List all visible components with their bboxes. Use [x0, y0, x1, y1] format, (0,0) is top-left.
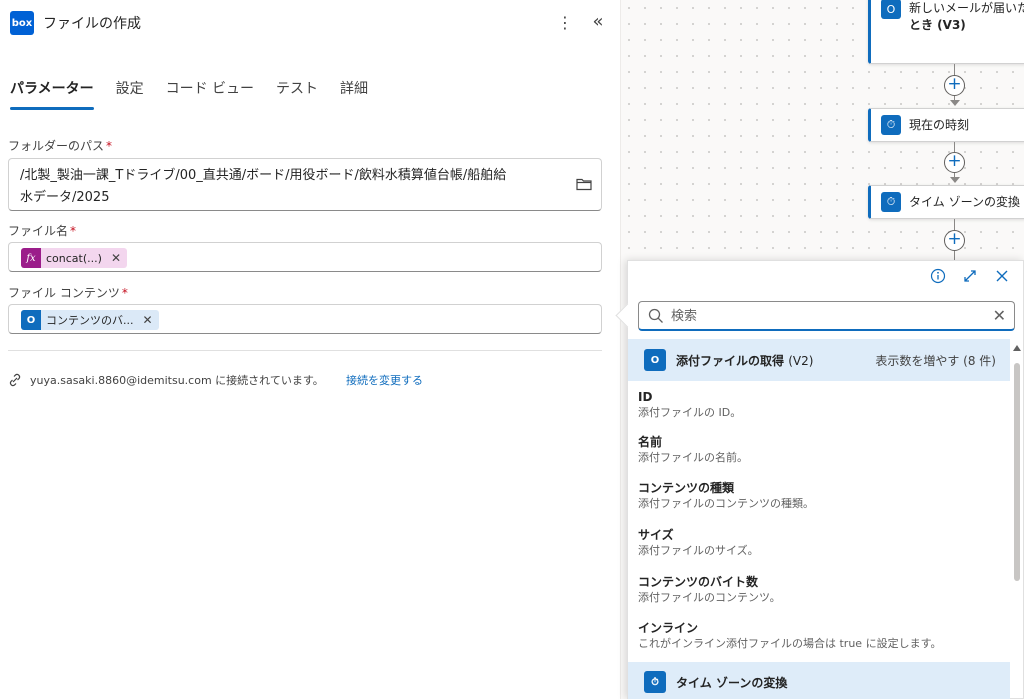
item-description: 添付ファイルのコンテンツの種類。: [638, 497, 814, 510]
action-card-current-time[interactable]: ⏱ 現在の時刻: [868, 108, 1024, 142]
connection-info: yuya.sasaki.8860@idemitsu.com に接続されています。: [8, 372, 324, 388]
token-label: concat(...): [46, 251, 102, 265]
box-logo-icon: box: [10, 11, 34, 35]
item-description: 添付ファイルのコンテンツ。: [638, 591, 781, 604]
add-step-icon[interactable]: +: [944, 152, 965, 173]
outlook-icon: O: [644, 349, 666, 371]
collapse-panel-icon[interactable]: «: [588, 12, 608, 34]
popover-toolbar: [929, 267, 1011, 285]
required-mark: *: [121, 286, 128, 300]
folder-path-line-2: 水データ/2025: [20, 190, 110, 205]
connector-line: [954, 251, 955, 260]
section-title: タイム ゾーンの変換: [676, 675, 788, 690]
tab-details[interactable]: 詳細: [340, 78, 368, 110]
connection-text: yuya.sasaki.8860@idemitsu.com に接続されています。: [30, 374, 324, 387]
required-mark: *: [70, 224, 77, 238]
search-box[interactable]: ✕: [638, 301, 1015, 331]
card-title-line-1: 新しいメールが届いた: [909, 1, 1024, 15]
item-description: これがインライン添付ファイルの場合は true に設定します。: [638, 637, 942, 650]
file-content-label: ファイル コンテンツ *: [8, 284, 128, 301]
panel-header: box ファイルの作成 ⋮ «: [10, 10, 610, 36]
dynamic-content-token[interactable]: O コンテンツのバ... ✕: [21, 310, 159, 330]
arrow-down-icon: [950, 100, 960, 106]
file-name-label: ファイル名 *: [8, 222, 76, 239]
list-item[interactable]: インライン これがインライン添付ファイルの場合は true に設定します。: [638, 620, 998, 652]
folder-picker-icon[interactable]: [575, 175, 593, 193]
card-title: タイム ゾーンの変換: [909, 195, 1020, 209]
item-name: サイズ: [638, 528, 674, 542]
search-icon: [648, 308, 663, 323]
expand-icon[interactable]: [961, 267, 979, 285]
fx-icon: fx: [21, 248, 41, 268]
clock-icon: ⏱: [881, 115, 901, 135]
folder-path-label: フォルダーのパス *: [8, 137, 112, 154]
outlook-icon: O: [21, 310, 41, 330]
list-item[interactable]: ID 添付ファイルの ID。: [638, 389, 998, 421]
clear-search-icon[interactable]: ✕: [993, 306, 1006, 325]
item-name: コンテンツのバイト数: [638, 575, 759, 589]
trigger-card-new-email[interactable]: O 新しいメールが届いた とき (V3): [868, 0, 1024, 64]
show-more-link[interactable]: 表示数を増やす (8 件): [875, 352, 996, 369]
card-title: 現在の時刻: [909, 118, 970, 132]
tab-code-view[interactable]: コード ビュー: [166, 78, 254, 110]
section-header-get-attachment[interactable]: O 添付ファイルの取得 (V2) 表示数を増やす (8 件): [628, 339, 1010, 381]
tab-test[interactable]: テスト: [276, 78, 318, 110]
dynamic-content-popover: ✕ O 添付ファイルの取得 (V2) 表示数を増やす (8 件) ID 添付ファ…: [627, 260, 1024, 699]
list-item[interactable]: サイズ 添付ファイルのサイズ。: [638, 527, 998, 559]
item-name: コンテンツの種類: [638, 481, 735, 495]
remove-token-icon[interactable]: ✕: [111, 251, 121, 265]
list-item[interactable]: コンテンツのバイト数 添付ファイルのコンテンツ。: [638, 574, 998, 606]
clock-icon: ⏱: [881, 192, 901, 212]
remove-token-icon[interactable]: ✕: [143, 313, 153, 327]
section-version: (V2): [788, 353, 814, 368]
outlook-icon: O: [881, 0, 901, 19]
action-card-convert-timezone[interactable]: ⏱ タイム ゾーンの変換: [868, 185, 1024, 219]
add-step-icon[interactable]: +: [944, 75, 965, 96]
folder-path-value: /北製_製油一課_Tドライブ/00_直共通/ボード/用役ボード/飲料水積算値台帳…: [20, 165, 560, 209]
list-item[interactable]: 名前 添付ファイルの名前。: [638, 434, 998, 466]
tab-parameters[interactable]: パラメーター: [10, 78, 94, 110]
item-description: 添付ファイルのサイズ。: [638, 544, 759, 557]
folder-path-label-text: フォルダーのパス: [8, 139, 105, 153]
add-step-icon[interactable]: +: [944, 230, 965, 251]
link-icon: [9, 373, 21, 387]
folder-path-line-1: /北製_製油一課_Tドライブ/00_直共通/ボード/用役ボード/飲料水積算値台帳…: [20, 168, 507, 183]
close-icon[interactable]: [993, 267, 1011, 285]
item-description: 添付ファイルの名前。: [638, 451, 748, 464]
item-name: 名前: [638, 435, 663, 449]
folder-path-field[interactable]: /北製_製油一課_Tドライブ/00_直共通/ボード/用役ボード/飲料水積算値台帳…: [8, 158, 602, 211]
action-panel: box ファイルの作成 ⋮ « パラメーター 設定 コード ビュー テスト 詳細…: [0, 0, 620, 699]
section-title: 添付ファイルの取得 (V2): [676, 352, 813, 369]
card-title-line-2: とき (V3): [909, 18, 966, 32]
info-icon[interactable]: [929, 267, 947, 285]
search-input[interactable]: [671, 306, 981, 326]
tab-settings[interactable]: 設定: [116, 78, 144, 110]
token-label: コンテンツのバ...: [46, 314, 134, 327]
file-name-label-text: ファイル名: [8, 224, 69, 238]
arrow-down-icon: [950, 177, 960, 183]
change-connection-link[interactable]: 接続を変更する: [346, 372, 423, 388]
list-item[interactable]: コンテンツの種類 添付ファイルのコンテンツの種類。: [638, 480, 998, 512]
file-name-field[interactable]: fx concat(...) ✕: [8, 242, 602, 272]
item-description: 添付ファイルの ID。: [638, 406, 742, 419]
scroll-up-icon[interactable]: [1013, 345, 1021, 351]
more-options-icon[interactable]: ⋮: [555, 12, 575, 34]
file-content-field[interactable]: O コンテンツのバ... ✕: [8, 304, 602, 334]
item-name: インライン: [638, 621, 699, 635]
panel-tabs: パラメーター 設定 コード ビュー テスト 詳細: [10, 78, 390, 110]
expression-token[interactable]: fx concat(...) ✕: [21, 248, 127, 268]
card-title: 新しいメールが届いた とき (V3): [909, 0, 1024, 34]
divider: [8, 350, 602, 351]
file-content-label-text: ファイル コンテンツ: [8, 286, 120, 300]
scrollbar-thumb[interactable]: [1014, 363, 1020, 581]
section-header-convert-timezone[interactable]: ⏱ タイム ゾーンの変換: [628, 662, 1010, 699]
section-title-text: 添付ファイルの取得: [676, 353, 785, 368]
required-mark: *: [106, 139, 113, 153]
clock-icon: ⏱: [644, 671, 666, 693]
panel-title: ファイルの作成: [43, 16, 141, 32]
item-name: ID: [638, 390, 653, 404]
